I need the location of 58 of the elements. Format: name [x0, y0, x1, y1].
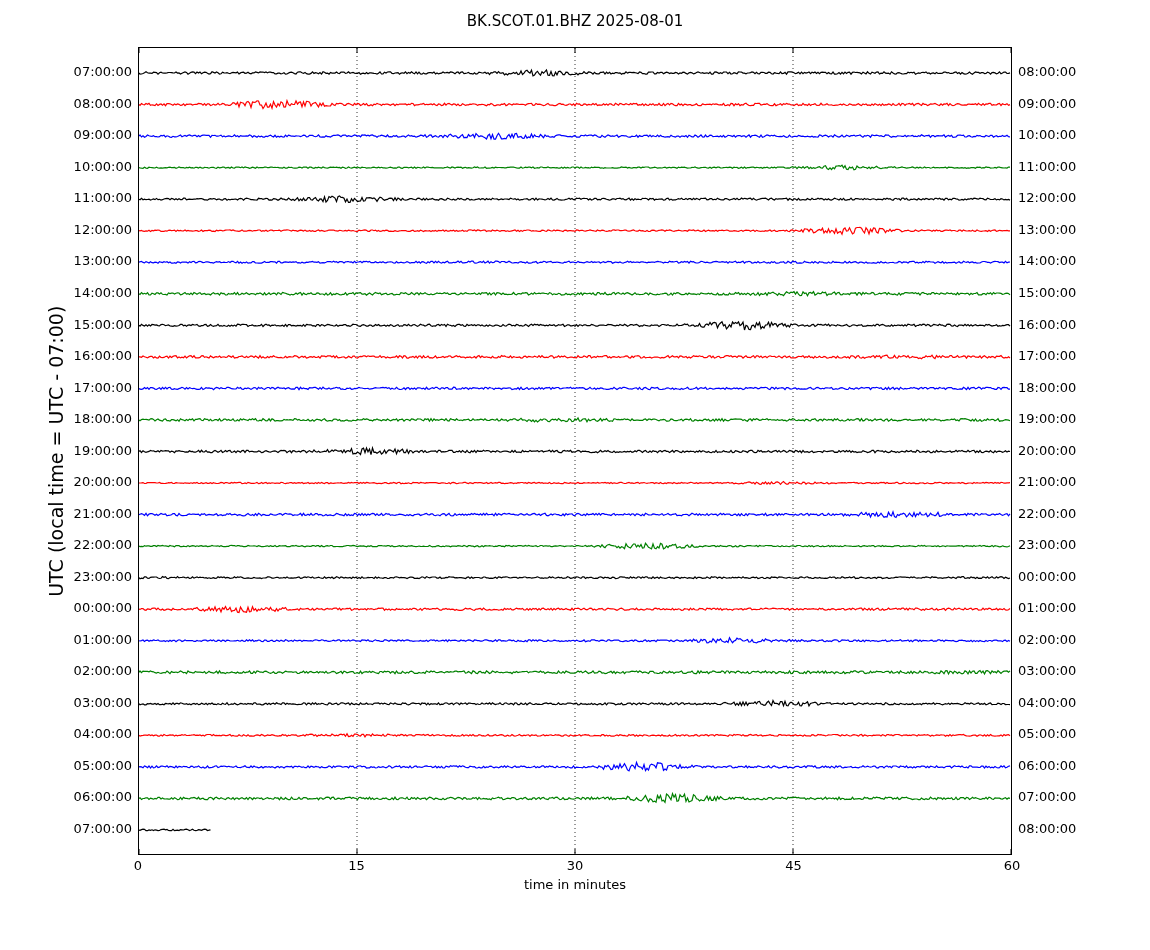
y-axis-label: UTC (local time = UTC - 07:00)	[44, 305, 69, 597]
time-label: 11:00:00	[73, 190, 132, 206]
time-label: 11:00:00	[1018, 158, 1077, 174]
time-label: 18:00:00	[73, 411, 132, 427]
time-label: 12:00:00	[73, 221, 132, 237]
x-tick-label: 0	[133, 858, 143, 873]
time-label: 10:00:00	[73, 158, 132, 174]
time-label: 01:00:00	[73, 631, 132, 647]
time-label: 12:00:00	[1018, 190, 1077, 206]
time-label: 07:00:00	[73, 64, 132, 80]
time-label: 22:00:00	[1018, 505, 1077, 521]
time-label: 02:00:00	[73, 663, 132, 679]
x-tick-label: 30	[566, 858, 584, 873]
time-label: 17:00:00	[73, 379, 132, 395]
time-label: 22:00:00	[73, 537, 132, 553]
time-label: 10:00:00	[1018, 127, 1077, 143]
time-label: 05:00:00	[1018, 726, 1077, 742]
time-label: 07:00:00	[73, 821, 132, 836]
time-label: 09:00:00	[1018, 95, 1077, 111]
time-label: 00:00:00	[1018, 568, 1077, 584]
time-label: 13:00:00	[1018, 221, 1077, 237]
time-label: 14:00:00	[73, 285, 132, 300]
time-label: 21:00:00	[1018, 474, 1077, 490]
time-label: 06:00:00	[1018, 757, 1077, 773]
x-tick-label: 15	[348, 858, 365, 873]
time-label: 04:00:00	[73, 726, 132, 742]
time-label: 13:00:00	[73, 253, 132, 269]
time-label: 19:00:00	[1018, 411, 1077, 427]
time-label: 23:00:00	[73, 568, 132, 584]
time-label: 17:00:00	[1018, 348, 1077, 364]
time-label: 03:00:00	[1018, 663, 1077, 679]
time-label: 04:00:00	[1018, 694, 1077, 710]
time-label: 07:00:00	[1018, 789, 1077, 805]
time-label: 16:00:00	[1018, 316, 1077, 332]
x-tick-label: 60	[1003, 858, 1021, 873]
x-axis-label: time in minutes	[523, 877, 627, 893]
time-label: 03:00:00	[73, 694, 132, 710]
time-label: 01:00:00	[1018, 600, 1077, 616]
time-label: 08:00:00	[1018, 64, 1077, 80]
chart-title: BK.SCOT.01.BHZ 2025-08-01	[466, 11, 684, 31]
time-label: 21:00:00	[73, 505, 132, 521]
x-tick-label: 45	[785, 858, 802, 873]
time-label: 18:00:00	[1018, 379, 1077, 395]
time-label: 16:00:00	[73, 348, 132, 364]
time-label: 05:00:00	[73, 757, 132, 773]
time-label: 15:00:00	[1018, 285, 1077, 300]
time-label: 23:00:00	[1018, 537, 1077, 553]
time-label: 15:00:00	[73, 316, 132, 332]
time-label: 14:00:00	[1018, 253, 1077, 269]
time-label: 19:00:00	[73, 442, 132, 458]
time-label: 20:00:00	[1018, 442, 1077, 458]
time-label: 08:00:00	[73, 95, 132, 111]
time-label: 20:00:00	[73, 474, 132, 490]
time-label: 08:00:00	[1018, 821, 1077, 836]
time-label: 06:00:00	[73, 789, 132, 805]
time-label: 09:00:00	[73, 127, 132, 143]
time-label: 02:00:00	[1018, 631, 1077, 647]
time-label: 00:00:00	[73, 600, 132, 616]
